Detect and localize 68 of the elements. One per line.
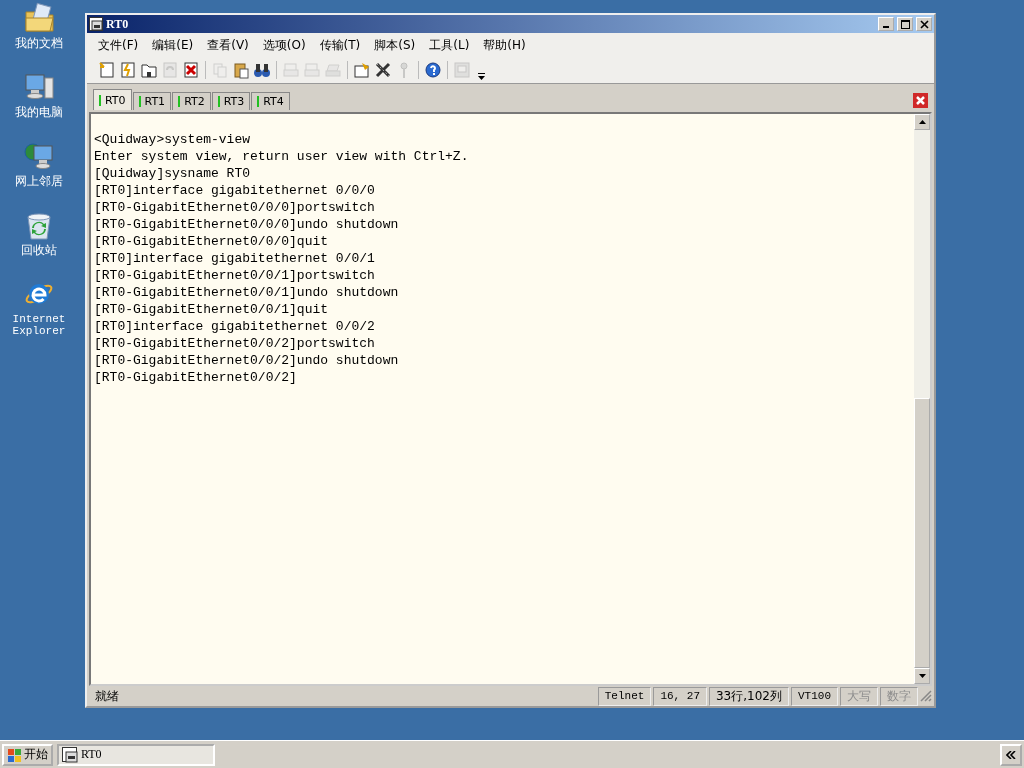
menu-item[interactable]: 查看(V) bbox=[200, 36, 256, 54]
maximize-button[interactable] bbox=[897, 17, 913, 31]
double-chevron-icon bbox=[1006, 750, 1016, 759]
help-icon[interactable] bbox=[424, 61, 442, 79]
down-arrow-icon bbox=[918, 674, 926, 678]
minimize-icon bbox=[883, 26, 889, 28]
resize-grip-icon bbox=[920, 690, 932, 702]
session-tab[interactable]: RT4 bbox=[251, 92, 290, 110]
tools-icon[interactable] bbox=[374, 61, 392, 79]
new-document-icon[interactable] bbox=[98, 61, 116, 79]
close-icon bbox=[919, 19, 929, 29]
terminal-line: [RT0-GigabitEthernet0/0/1]quit bbox=[94, 301, 330, 318]
terminal-line: [Quidway]sysname RT0 bbox=[94, 165, 252, 182]
taskbar-task[interactable]: RT0 bbox=[57, 743, 215, 766]
network-computer-icon[interactable] bbox=[23, 140, 55, 172]
dropdown-arrow-icon[interactable] bbox=[478, 72, 485, 81]
protocol-indicator: Telnet bbox=[597, 686, 652, 706]
session-tab[interactable]: RT1 bbox=[132, 92, 172, 110]
show-more-button[interactable] bbox=[1000, 743, 1022, 766]
desktop-icon-label[interactable]: 回收站 bbox=[21, 244, 57, 256]
terminal-line: [RT0]interface gigabitethernet 0/0/2 bbox=[94, 318, 376, 335]
maximize-icon bbox=[900, 19, 910, 29]
terminal-line: [RT0-GigabitEthernet0/0/2]portswitch bbox=[94, 335, 376, 352]
status-message: 就绪 bbox=[94, 687, 120, 705]
up-arrow-icon bbox=[918, 120, 926, 124]
close-tab-icon[interactable] bbox=[913, 93, 928, 108]
start-button[interactable]: 开始 bbox=[2, 743, 53, 766]
session-tab[interactable]: RT0 bbox=[93, 89, 132, 110]
disconnect-icon[interactable] bbox=[182, 61, 200, 79]
emulation-indicator: VT100 bbox=[791, 686, 838, 706]
close-button[interactable] bbox=[916, 17, 932, 31]
desktop-icon-label[interactable]: 我的文档 bbox=[15, 37, 63, 49]
desktop-icon-label[interactable]: Internet Explorer bbox=[9, 313, 69, 337]
terminal-line: [RT0-GigabitEthernet0/0/0]quit bbox=[94, 233, 330, 250]
terminal-line: [RT0-GigabitEthernet0/0/0]portswitch bbox=[94, 199, 376, 216]
menu-item[interactable]: 文件(F) bbox=[91, 36, 146, 54]
binoculars-icon[interactable] bbox=[253, 61, 271, 79]
terminal-line: [RT0-GigabitEthernet0/0/2]undo shutdown bbox=[94, 352, 400, 369]
window-title: RT0 bbox=[106, 16, 130, 32]
windows-flag-icon bbox=[7, 747, 21, 762]
menu-item[interactable]: 帮助(H) bbox=[476, 36, 533, 54]
terminal-window-icon bbox=[89, 17, 103, 31]
key-indicator: 数字 bbox=[880, 686, 918, 706]
desktop-icon-label[interactable]: 网上邻居 bbox=[15, 175, 63, 187]
session-tab[interactable]: RT2 bbox=[172, 92, 211, 110]
menu-item[interactable]: 传输(T) bbox=[312, 36, 368, 54]
terminal-line: [RT0-GigabitEthernet0/0/1]portswitch bbox=[94, 267, 376, 284]
desktop-icon-label[interactable]: 我的电脑 bbox=[15, 106, 63, 118]
terminal-line: [RT0-GigabitEthernet0/0/0]undo shutdown bbox=[94, 216, 400, 233]
terminal-line: [RT0]interface gigabitethernet 0/0/0 bbox=[94, 182, 376, 199]
terminal-line: [RT0-GigabitEthernet0/0/1]undo shutdown bbox=[94, 284, 400, 301]
menu-item[interactable]: 脚本(S) bbox=[367, 36, 423, 54]
menu-item[interactable]: 编辑(E) bbox=[145, 36, 201, 54]
terminal-line: [RT0]interface gigabitethernet 0/0/1 bbox=[94, 250, 376, 267]
terminal-line: Enter system view, return user view with Ctrl+Z. bbox=[94, 148, 470, 165]
vertical-scrollbar[interactable] bbox=[914, 114, 930, 684]
minimize-button[interactable] bbox=[878, 17, 894, 31]
menu-item[interactable]: 选项(O) bbox=[255, 36, 313, 54]
cursor-position: 16, 27 bbox=[653, 686, 707, 706]
key-indicator: 大写 bbox=[840, 686, 878, 706]
terminal-size: 33行,102列 bbox=[709, 686, 789, 706]
terminal-line: <Quidway>system-view bbox=[94, 131, 252, 148]
folder-icon[interactable] bbox=[140, 61, 158, 79]
terminal-line: [RT0-GigabitEthernet0/0/2] bbox=[94, 369, 298, 386]
clipboard-icon[interactable] bbox=[232, 61, 250, 79]
terminal-window-icon bbox=[62, 746, 78, 763]
session-tab[interactable]: RT3 bbox=[211, 92, 251, 110]
menu-item[interactable]: 工具(L) bbox=[422, 36, 477, 54]
